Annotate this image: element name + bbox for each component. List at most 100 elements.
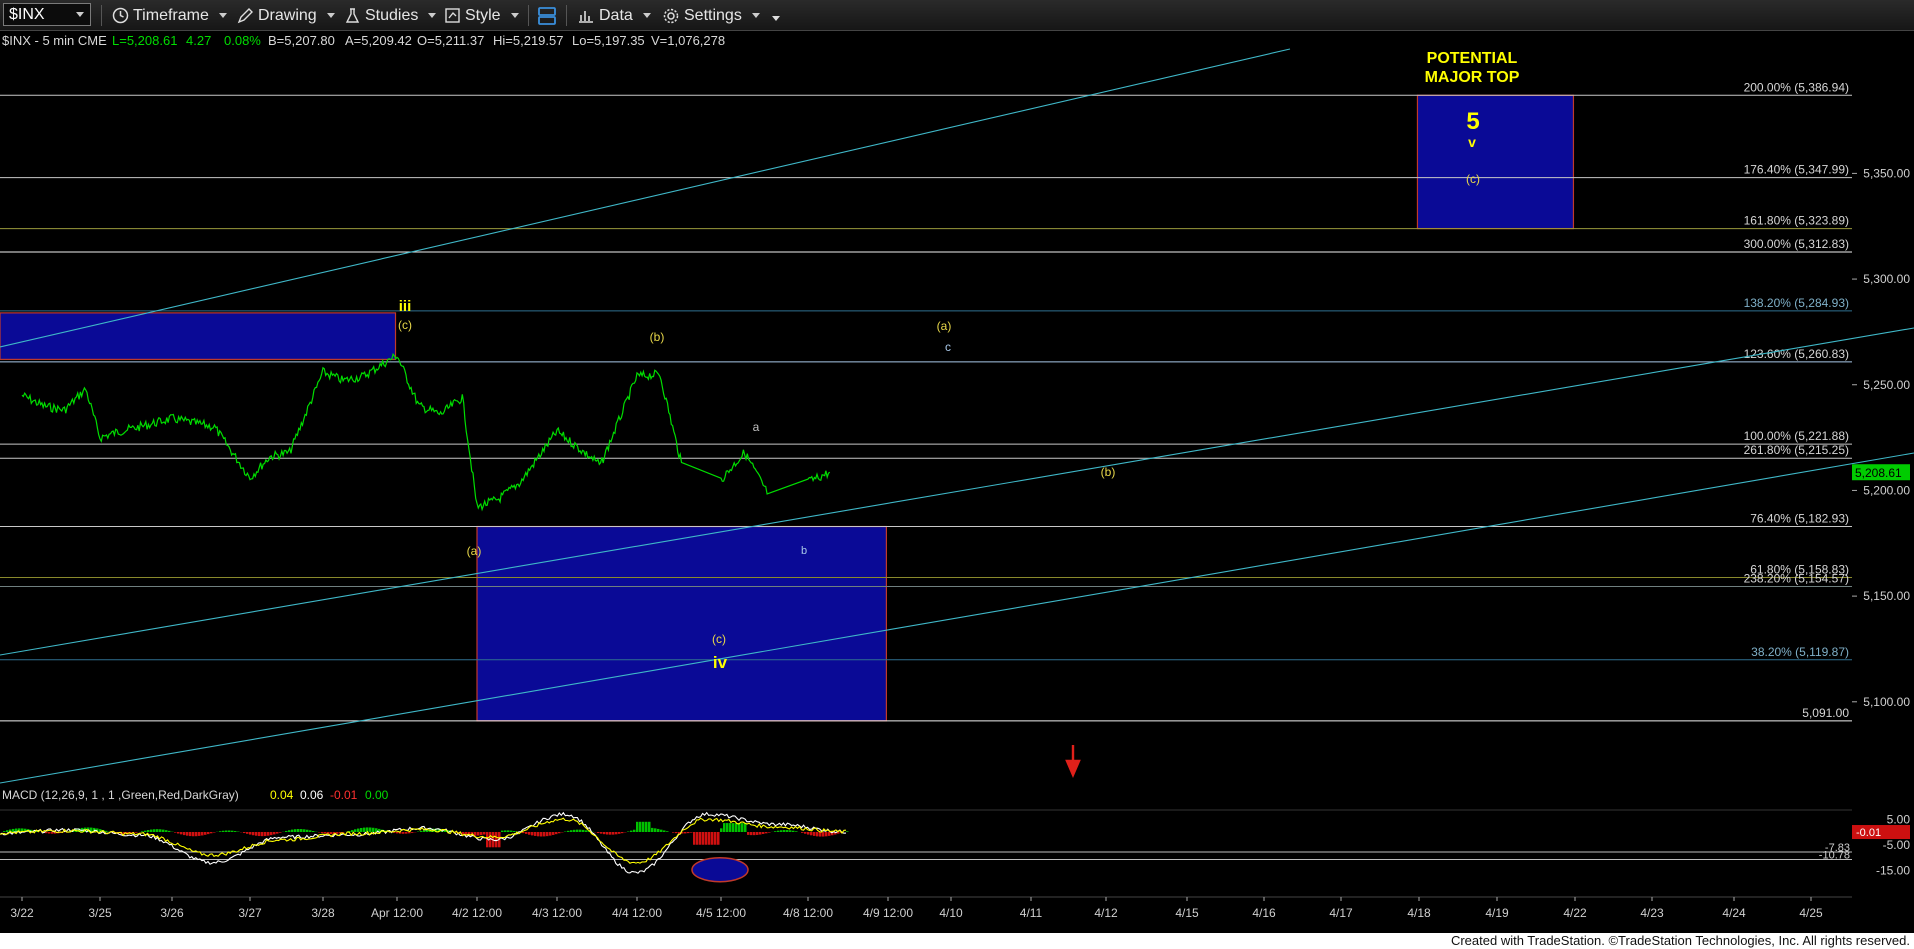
macd-histogram-bar — [537, 832, 540, 837]
toolbar-overflow-button[interactable] — [762, 0, 780, 31]
chevron-down-icon — [642, 13, 651, 18]
time-axis-label: 4/18 — [1407, 906, 1431, 920]
macd-histogram-bar — [807, 832, 810, 835]
macd-histogram-bar — [255, 832, 258, 836]
style-label: Style — [465, 6, 501, 24]
macd-histogram-bar — [312, 831, 315, 832]
macd-histogram-bar — [267, 832, 270, 836]
data-menu[interactable]: Data — [577, 0, 651, 31]
price-chart[interactable]: $INX - 5 min CME L=5,208.61 4.27 0.08% B… — [0, 31, 1914, 933]
macd-histogram-bar — [411, 832, 414, 833]
fib-level-label: 176.40% (5,347.99) — [1744, 163, 1849, 177]
macd-histogram-bar — [621, 832, 624, 834]
price-axis-label: 5,100.00 — [1863, 695, 1910, 709]
macd-histogram-bar — [675, 832, 678, 834]
macd-histogram-bar — [846, 831, 849, 832]
macd-histogram-bar — [507, 830, 510, 832]
macd-histogram-bar — [213, 832, 216, 833]
macd-hist-value: -0.01 — [330, 788, 358, 802]
time-axis-label: 4/3 12:00 — [532, 906, 582, 920]
time-axis-label: 3/25 — [88, 906, 112, 920]
volume-readout: V=1,076,278 — [651, 33, 725, 48]
wave-zone-box — [476, 525, 887, 722]
time-axis-label: 4/11 — [1020, 906, 1043, 920]
macd-histogram-bar — [657, 828, 660, 832]
macd-histogram-bar — [780, 830, 783, 832]
macd-histogram-bar — [576, 829, 579, 832]
time-axis-label: 4/8 12:00 — [783, 906, 833, 920]
macd-histogram-bar — [534, 832, 537, 836]
macd-histogram-bar — [813, 832, 816, 836]
macd-histogram-bar — [162, 829, 165, 832]
macd-histogram-bar — [585, 830, 588, 832]
macd-histogram-bar — [636, 821, 639, 832]
symbol-dropdown-icon[interactable] — [76, 12, 84, 17]
trend-line — [0, 48, 1291, 348]
bid-readout: B=5,207.80 — [268, 33, 335, 48]
macd-histogram-bar — [756, 832, 759, 835]
wave-label: iv — [713, 653, 728, 672]
macd-histogram-bar — [156, 829, 159, 832]
macd-histogram-bar — [201, 832, 204, 836]
macd-histogram-bar — [294, 829, 297, 832]
macd-histogram-bar — [711, 832, 714, 845]
fib-level-label: 238.20% (5,154.57) — [1744, 571, 1849, 585]
macd-histogram-bar — [639, 821, 642, 832]
macd-label: MACD (12,26,9, 1 , 1 ,Green,Red,DarkGray… — [2, 788, 239, 802]
status-line: $INX - 5 min CME L=5,208.61 4.27 0.08% B… — [2, 33, 725, 48]
macd-histogram-bar — [504, 830, 507, 832]
macd-histogram-bar — [321, 832, 324, 834]
macd-histogram-bar — [336, 832, 339, 834]
last-price-tag-label: 5,208.61 — [1855, 466, 1902, 480]
macd-histogram-bar — [174, 832, 177, 833]
macd-histogram-bar — [804, 832, 807, 834]
style-menu[interactable]: Style — [444, 0, 519, 31]
layout-icon — [538, 6, 556, 25]
settings-menu[interactable]: Settings — [662, 0, 760, 31]
toolbar-divider — [528, 5, 529, 26]
wave-label: c — [945, 340, 951, 354]
trend-line — [0, 452, 1914, 784]
fib-level-label: 300.00% (5,312.83) — [1744, 237, 1849, 251]
macd-histogram-bar — [609, 832, 612, 835]
macd-axis-label: -15.00 — [1876, 863, 1910, 877]
macd-histogram-bar — [357, 828, 360, 832]
fib-level-label: 100.00% (5,221.88) — [1744, 429, 1849, 443]
macd-histogram-bar — [654, 828, 657, 832]
macd-histogram-bar — [603, 832, 606, 835]
studies-menu[interactable]: Studies — [344, 0, 437, 31]
macd-histogram-bar — [513, 830, 516, 832]
studies-label: Studies — [365, 6, 419, 24]
macd-histogram-bar — [738, 823, 741, 832]
timeframe-menu[interactable]: Timeframe — [112, 0, 227, 31]
high-readout: Hi=5,219.57 — [493, 33, 563, 48]
macd-histogram-bar — [549, 832, 552, 836]
change-readout: 4.27 — [186, 33, 211, 48]
macd-histogram-bar — [753, 832, 756, 836]
macd-histogram-bar — [501, 830, 504, 832]
macd-histogram-bar — [627, 831, 630, 832]
macd-histogram-bar — [363, 827, 366, 832]
drawing-menu[interactable]: Drawing — [237, 0, 335, 31]
macd-histogram-bar — [810, 832, 813, 836]
layout-button[interactable] — [537, 0, 561, 31]
wave-zone-box — [0, 312, 397, 360]
time-axis-label: 4/22 — [1563, 906, 1587, 920]
chevron-down-icon — [510, 13, 519, 18]
macd-histogram-bar — [204, 832, 207, 835]
wave-label: (a) — [467, 544, 482, 558]
macd-histogram-bar — [189, 832, 192, 837]
wave-label: (c) — [398, 318, 412, 332]
symbol-field[interactable]: $INX — [3, 3, 91, 26]
macd-histogram-bar — [309, 830, 312, 832]
macd-histogram-bar — [687, 832, 690, 834]
plot-area: 200.00% (5,386.94) 176.40% (5,347.99) 161.… — [0, 48, 1914, 920]
potential-top-label: MAJOR TOP — [1425, 69, 1520, 86]
macd-histogram-bar — [555, 832, 558, 835]
clock-icon — [112, 7, 129, 24]
macd-histogram-bar — [297, 829, 300, 832]
macd-histogram-bar — [270, 832, 273, 836]
macd-histogram-bar — [180, 832, 183, 835]
fib-level-label: 138.20% (5,284.93) — [1744, 296, 1849, 310]
macd-histogram-bar — [522, 832, 525, 834]
